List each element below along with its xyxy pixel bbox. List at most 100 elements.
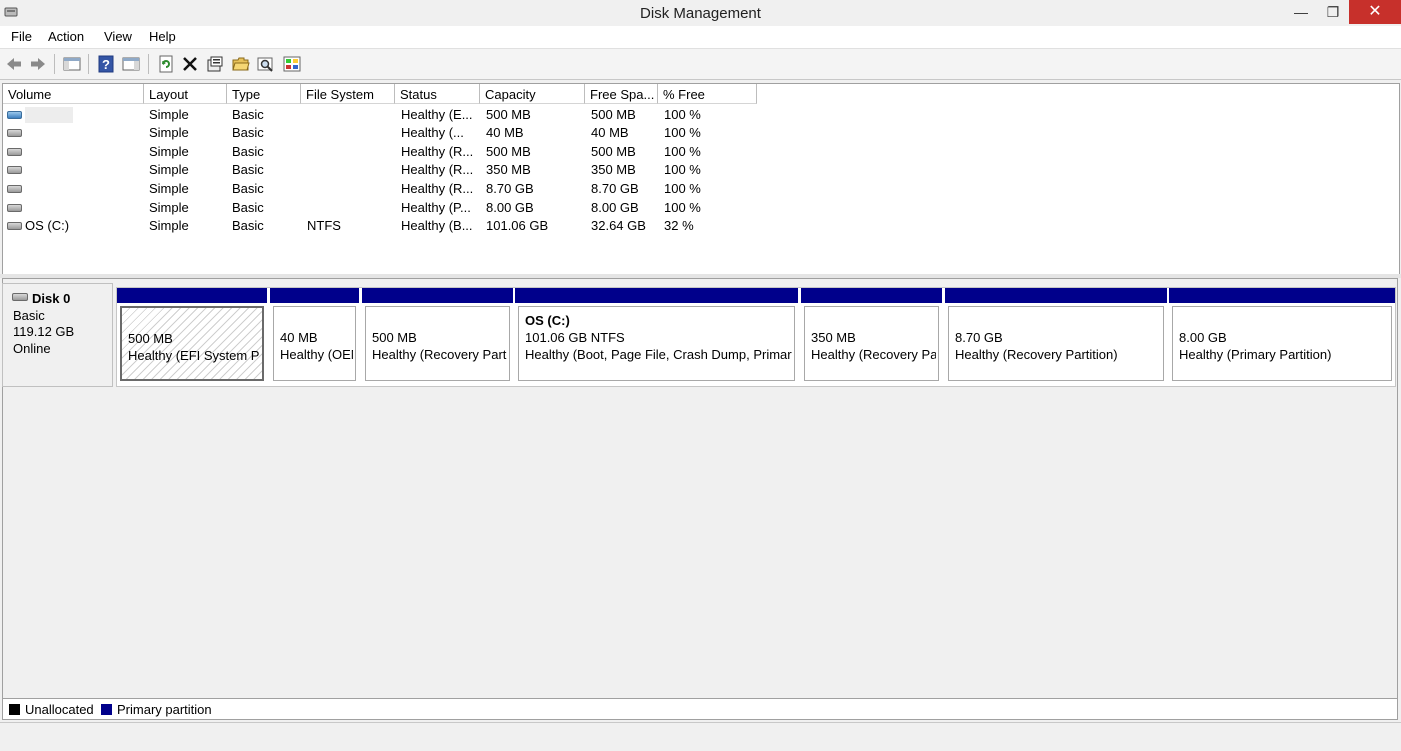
disk-header[interactable]: Disk 0 Basic 119.12 GB Online [2, 283, 113, 387]
volume-status: Healthy (... [401, 125, 464, 140]
partition-size: 8.00 GB [1179, 330, 1227, 345]
disk-icon [7, 148, 22, 156]
volume-capacity: 101.06 GB [486, 218, 549, 233]
menu-action[interactable]: Action [48, 29, 84, 44]
disk-state: Online [13, 341, 51, 356]
volume-free-space: 32.64 GB [591, 218, 646, 233]
partition-body: 8.00 GB Healthy (Primary Partition) [1172, 306, 1392, 381]
volume-status: Healthy (E... [401, 107, 473, 122]
partition-os-c[interactable]: OS (C:) 101.06 GB NTFS Healthy (Boot, Pa… [515, 288, 798, 384]
disk-type: Basic [13, 308, 45, 323]
minimize-button[interactable]: — [1284, 0, 1318, 24]
partition-status: Healthy (Recovery Partition) [955, 347, 1118, 362]
partition-recovery-2[interactable]: 350 MB Healthy (Recovery Par [801, 288, 942, 384]
primary-partition-band [117, 288, 267, 303]
volume-percent-free: 100 % [664, 144, 701, 159]
volume-capacity: 8.70 GB [486, 181, 534, 196]
legend-unallocated: Unallocated [25, 702, 94, 717]
volume-percent-free: 100 % [664, 181, 701, 196]
partition-text: 8.00 GB Healthy (Primary Partition) [1176, 308, 1389, 380]
volume-status: Healthy (B... [401, 218, 473, 233]
primary-partition-band [270, 288, 359, 303]
partition-primary[interactable]: 8.00 GB Healthy (Primary Partition) [1169, 288, 1395, 384]
column-header-capacity[interactable]: Capacity [480, 84, 585, 104]
volume-capacity: 500 MB [486, 107, 531, 122]
forward-arrow-icon[interactable] [29, 55, 47, 73]
column-header-percent-free[interactable]: % Free [658, 84, 757, 104]
volume-row[interactable]: Simple Basic Healthy (R... 500 MB 500 MB… [3, 143, 1399, 161]
toolbar: ? [0, 49, 1401, 80]
primary-partition-band [945, 288, 1167, 303]
volume-layout: Simple [149, 200, 189, 215]
partition-body: 500 MB Healthy (Recovery Partit [365, 306, 510, 381]
help-icon[interactable]: ? [97, 55, 115, 73]
partition-oem[interactable]: 40 MB Healthy (OEM [270, 288, 359, 384]
restore-button[interactable]: ❐ [1316, 0, 1350, 24]
volume-free-space: 500 MB [591, 107, 636, 122]
rescan-icon[interactable] [283, 55, 301, 73]
volume-fs: NTFS [307, 218, 341, 233]
partition-status: Healthy (Primary Partition) [1179, 347, 1332, 362]
partition-size: 500 MB [372, 330, 417, 345]
volume-type: Basic [232, 144, 264, 159]
volume-free-space: 8.00 GB [591, 200, 639, 215]
column-header-status[interactable]: Status [395, 84, 480, 104]
disk-icon [7, 204, 22, 212]
menu-file[interactable]: File [11, 29, 32, 44]
partition-size: 350 MB [811, 330, 856, 345]
menu-help[interactable]: Help [149, 29, 176, 44]
partition-text: OS (C:) 101.06 GB NTFS Healthy (Boot, Pa… [522, 308, 792, 380]
column-header-volume[interactable]: Volume [3, 84, 144, 104]
partition-recovery-1[interactable]: 500 MB Healthy (Recovery Partit [362, 288, 513, 384]
volume-row[interactable]: Simple Basic Healthy (R... 8.70 GB 8.70 … [3, 180, 1399, 198]
status-bar [0, 722, 1401, 751]
console-tree-icon[interactable] [63, 55, 81, 73]
volume-row[interactable]: Simple Basic Healthy (P... 8.00 GB 8.00 … [3, 199, 1399, 217]
properties-icon[interactable] [206, 55, 224, 73]
menu-view[interactable]: View [104, 29, 132, 44]
partition-efi[interactable]: 500 MB Healthy (EFI System Par [117, 288, 267, 384]
properties-view-icon[interactable] [122, 55, 140, 73]
partition-size: 500 MB [128, 331, 173, 346]
volume-type: Basic [232, 162, 264, 177]
volume-status: Healthy (R... [401, 144, 474, 159]
column-header-file-system[interactable]: File System [301, 84, 395, 104]
primary-partition-band [1169, 288, 1395, 303]
volume-row[interactable]: Simple Basic Healthy (R... 350 MB 350 MB… [3, 161, 1399, 179]
volume-free-space: 8.70 GB [591, 181, 639, 196]
partition-status: Healthy (Boot, Page File, Crash Dump, Pr… [525, 347, 792, 362]
search-icon[interactable] [257, 55, 275, 73]
partition-status: Healthy (Recovery Partit [372, 347, 507, 362]
volume-row[interactable]: OS (C:) Simple Basic NTFS Healthy (B... … [3, 217, 1399, 235]
column-header-free-space[interactable]: Free Spa... [585, 84, 658, 104]
volume-type: Basic [232, 107, 264, 122]
primary-partition-band [801, 288, 942, 303]
partition-size: 8.70 GB [955, 330, 1003, 345]
volume-percent-free: 100 % [664, 125, 701, 140]
blue-disk-icon [7, 111, 22, 119]
volume-percent-free: 32 % [664, 218, 694, 233]
column-header-type[interactable]: Type [227, 84, 301, 104]
volume-status: Healthy (R... [401, 162, 474, 177]
volume-free-space: 500 MB [591, 144, 636, 159]
delete-icon[interactable] [181, 55, 199, 73]
back-arrow-icon[interactable] [5, 55, 23, 73]
volume-name: OS (C:) [25, 218, 70, 233]
volume-row[interactable]: Simple Basic Healthy (... 40 MB 40 MB 10… [3, 124, 1399, 142]
close-button[interactable]: ✕ [1349, 0, 1401, 24]
volume-row[interactable]: Simple Basic Healthy (E... 500 MB 500 MB… [3, 106, 1399, 124]
partition-body: 350 MB Healthy (Recovery Par [804, 306, 939, 381]
disk-size: 119.12 GB [13, 324, 75, 339]
disk-icon [12, 293, 28, 301]
open-folder-icon[interactable] [232, 55, 250, 73]
volume-percent-free: 100 % [664, 107, 701, 122]
volume-percent-free: 100 % [664, 162, 701, 177]
volume-layout: Simple [149, 125, 189, 140]
volume-type: Basic [232, 218, 264, 233]
volume-capacity: 350 MB [486, 162, 531, 177]
partition-text: 500 MB Healthy (EFI System Par [125, 309, 260, 379]
partition-recovery-3[interactable]: 8.70 GB Healthy (Recovery Partition) [945, 288, 1167, 384]
primary-partition-band [515, 288, 798, 303]
refresh-icon[interactable] [157, 55, 175, 73]
column-header-layout[interactable]: Layout [144, 84, 227, 104]
